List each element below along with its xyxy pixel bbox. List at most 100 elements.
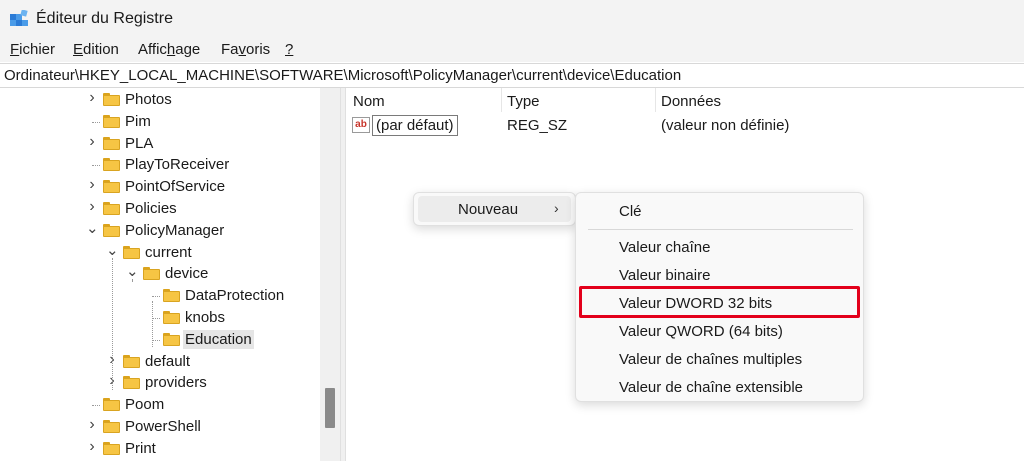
tree-item-label: Print xyxy=(125,439,156,457)
folder-icon xyxy=(163,289,180,303)
chevron-right-icon[interactable]: › xyxy=(86,198,98,215)
folder-icon xyxy=(103,180,120,194)
tree-item-label: PLA xyxy=(125,134,154,152)
tree-item-pointofservice[interactable]: › PointOfService xyxy=(0,176,320,198)
folder-icon xyxy=(103,93,120,106)
tree-item-label: PowerShell xyxy=(125,418,201,435)
folder-icon xyxy=(123,376,140,390)
tree-item-playtoreceiver[interactable]: PlayToReceiver xyxy=(0,154,320,176)
column-divider[interactable] xyxy=(655,88,656,112)
address-path: Ordinateur\HKEY_LOCAL_MACHINE\SOFTWARE\M… xyxy=(4,67,682,84)
string-value-icon: ab xyxy=(352,117,370,133)
tree-item-label: default xyxy=(145,352,191,370)
tree-item-label: PolicyManager xyxy=(125,221,225,239)
tree-item-label: Education xyxy=(183,329,254,349)
tree-item-label: current xyxy=(145,243,192,261)
tree-item-print[interactable]: › Print xyxy=(0,438,320,460)
submenu-item-valeur-qword[interactable]: Valeur QWORD (64 bits) xyxy=(619,323,783,340)
column-header-data[interactable]: Données xyxy=(661,93,721,110)
menu-edition[interactable]: Edition xyxy=(73,41,119,58)
chevron-right-icon[interactable]: › xyxy=(86,89,98,106)
submenu-item-valeur-multi-chaines[interactable]: Valeur de chaînes multiples xyxy=(619,351,802,368)
chevron-down-icon[interactable]: ⌄ xyxy=(126,262,139,280)
chevron-right-icon[interactable]: › xyxy=(86,133,98,150)
folder-icon xyxy=(103,420,120,433)
submenu-separator xyxy=(588,229,853,230)
submenu-item-valeur-chaine[interactable]: Valeur chaîne xyxy=(619,239,710,256)
folder-icon xyxy=(143,267,160,281)
tree-item-label: DataProtection xyxy=(185,287,285,305)
chevron-right-icon[interactable]: › xyxy=(86,176,98,193)
tree-guide-line xyxy=(152,301,153,347)
tree-item-poom[interactable]: Poom xyxy=(0,394,320,416)
tree-item-label: providers xyxy=(145,374,207,392)
registry-tree[interactable]: › Photos Pim › PLA PlayToReceiver › PointOfServ… xyxy=(0,88,340,461)
column-header-name[interactable]: Nom xyxy=(353,93,385,110)
tree-item-label: PointOfService xyxy=(125,178,226,196)
tree-item-dataprotection[interactable]: DataProtection xyxy=(0,285,320,307)
menu-help[interactable]: ? xyxy=(285,41,293,58)
tree-item-education[interactable]: Education xyxy=(0,329,320,351)
highlight-box xyxy=(579,286,860,318)
folder-icon xyxy=(123,245,140,259)
submenu-item-cle[interactable]: Clé xyxy=(619,203,642,220)
tree-connector xyxy=(92,165,100,167)
tree-item-providers[interactable]: › providers xyxy=(0,372,320,394)
folder-icon xyxy=(103,441,120,455)
tree-item-label: knobs xyxy=(185,309,226,326)
chevron-down-icon[interactable]: ⌄ xyxy=(106,241,119,259)
folder-icon xyxy=(103,202,120,215)
folder-icon xyxy=(123,354,140,368)
tree-item-label: Pim xyxy=(125,112,151,130)
tree-item-pla[interactable]: › PLA xyxy=(0,133,320,155)
chevron-right-icon[interactable]: › xyxy=(86,416,98,433)
value-row[interactable]: ab (par défaut) REG_SZ (valeur non défin… xyxy=(352,115,992,137)
submenu-item-valeur-binaire[interactable]: Valeur binaire xyxy=(619,267,710,284)
tree-item-photos[interactable]: › Photos xyxy=(0,89,320,111)
folder-icon xyxy=(103,398,120,412)
tree-guide-line xyxy=(132,279,133,282)
tree-scrollbar-thumb[interactable] xyxy=(325,388,335,428)
folder-icon xyxy=(163,311,180,324)
tree-item-default[interactable]: › default xyxy=(0,351,320,373)
column-divider[interactable] xyxy=(501,88,502,112)
tree-item-label: device xyxy=(165,265,209,283)
tree-guide-line xyxy=(112,257,113,391)
context-menu: Nouveau › xyxy=(413,192,576,226)
tree-item-knobs[interactable]: knobs xyxy=(0,307,320,329)
regedit-icon xyxy=(10,10,28,26)
tree-item-current[interactable]: ⌄ current xyxy=(0,242,320,264)
menu-item-nouveau[interactable]: Nouveau › xyxy=(418,196,571,222)
menu-favoris[interactable]: Favoris xyxy=(221,41,270,58)
submenu-item-valeur-extensible[interactable]: Valeur de chaîne extensible xyxy=(619,379,803,396)
folder-icon xyxy=(163,332,180,346)
tree-item-policies[interactable]: › Policies xyxy=(0,198,320,220)
tree-item-device[interactable]: ⌄ device xyxy=(0,263,320,285)
tree-connector xyxy=(152,318,160,319)
menu-bar: Fichier Edition Affichage Favoris ? xyxy=(0,40,1024,62)
value-name[interactable]: (par défaut) xyxy=(372,115,458,136)
chevron-right-icon[interactable]: › xyxy=(86,438,98,455)
chevron-down-icon[interactable]: ⌄ xyxy=(86,219,99,237)
menu-fichier[interactable]: Fichier xyxy=(10,41,55,58)
tree-item-policymanager[interactable]: ⌄ PolicyManager xyxy=(0,220,320,242)
tree-item-powershell[interactable]: › PowerShell xyxy=(0,416,320,438)
title-bar: Éditeur du Registre xyxy=(0,0,1024,40)
folder-icon xyxy=(103,114,120,128)
value-data: (valeur non définie) xyxy=(661,117,790,134)
chevron-right-icon: › xyxy=(554,200,559,216)
tree-item-label: PlayToReceiver xyxy=(125,156,230,174)
value-type: REG_SZ xyxy=(507,117,568,134)
address-bar[interactable]: Ordinateur\HKEY_LOCAL_MACHINE\SOFTWARE\M… xyxy=(0,63,1024,88)
menu-item-nouveau-label: Nouveau xyxy=(458,201,519,218)
tree-connector xyxy=(152,296,160,298)
tree-connector xyxy=(92,405,100,407)
folder-icon xyxy=(103,223,120,237)
folder-icon xyxy=(103,158,120,172)
menu-affichage[interactable]: Affichage xyxy=(138,41,200,58)
tree-item-pim[interactable]: Pim xyxy=(0,111,320,133)
tree-connector xyxy=(92,121,100,123)
window-title: Éditeur du Registre xyxy=(36,10,173,27)
tree-connector xyxy=(152,339,160,341)
column-header-type[interactable]: Type xyxy=(507,93,540,110)
